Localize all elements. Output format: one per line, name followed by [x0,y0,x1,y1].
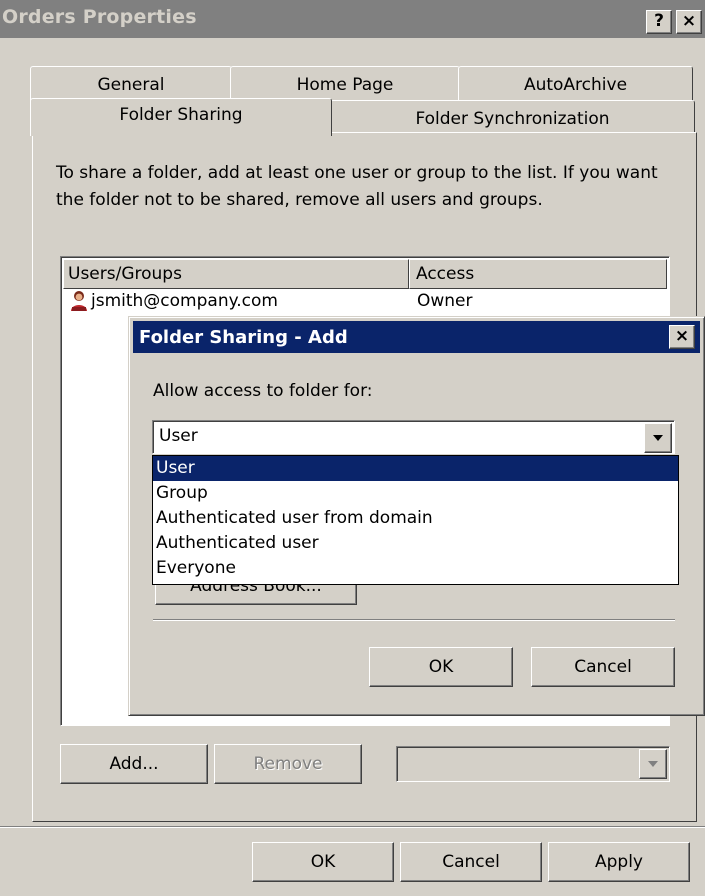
add-user-button[interactable]: Add... [60,744,208,784]
tab-label: AutoArchive [523,75,628,95]
user-name: jsmith@company.com [91,291,278,311]
dialog-title: Folder Sharing - Add [139,327,348,348]
option-user[interactable]: User [153,456,678,481]
user-access: Owner [417,291,473,311]
dialog-separator [153,619,675,621]
access-for-value: User [159,426,198,446]
tab-label: General [97,75,165,95]
option-group[interactable]: Group [153,481,678,506]
window-title-bar[interactable]: Orders Properties ? × [0,0,705,38]
cancel-button[interactable]: Cancel [400,842,542,882]
ok-button[interactable]: OK [252,842,394,882]
option-authenticated-user[interactable]: Authenticated user [153,531,678,556]
help-button[interactable]: ? [646,10,672,34]
tab-home-page[interactable]: Home Page [230,66,460,102]
dialog-title-bar[interactable]: Folder Sharing - Add × [133,321,700,353]
tab-autoarchive[interactable]: AutoArchive [458,66,693,102]
column-header-label: Users/Groups [68,264,182,284]
access-for-options-list[interactable]: User Group Authenticated user from domai… [152,455,679,585]
tab-general[interactable]: General [30,66,232,102]
access-for-dropdown-button[interactable] [644,423,672,453]
tab-label: Home Page [296,75,394,95]
tab-folder-synchronization[interactable]: Folder Synchronization [330,100,695,136]
option-everyone[interactable]: Everyone [153,556,678,581]
chevron-down-icon [648,761,658,767]
user-icon [69,290,89,312]
dialog-ok-button[interactable]: OK [369,647,513,687]
separator [0,826,705,828]
window-title: Orders Properties [2,6,197,28]
option-authenticated-user-from-domain[interactable]: Authenticated user from domain [153,506,678,531]
dialog-close-button[interactable]: × [669,325,695,349]
list-item[interactable]: jsmith@company.com Owner [67,289,665,315]
dialog-cancel-button[interactable]: Cancel [531,647,675,687]
apply-button[interactable]: Apply [548,842,690,882]
column-header-access[interactable]: Access [409,259,667,289]
intro-text: To share a folder, add at least one user… [56,163,658,210]
tab-folder-sharing[interactable]: Folder Sharing [30,98,332,136]
column-header-users-groups[interactable]: Users/Groups [63,259,409,289]
access-for-select[interactable]: User [152,420,675,454]
column-header-label: Access [416,264,475,284]
tab-label: Folder Synchronization [415,109,610,129]
tab-label: Folder Sharing [119,105,243,125]
access-level-select[interactable] [396,746,670,782]
remove-user-button[interactable]: Remove [214,744,362,784]
dialog-prompt: Allow access to folder for: [153,381,373,401]
chevron-down-icon [653,435,663,441]
window-close-button[interactable]: × [676,10,702,34]
access-level-dropdown-button[interactable] [639,749,667,779]
